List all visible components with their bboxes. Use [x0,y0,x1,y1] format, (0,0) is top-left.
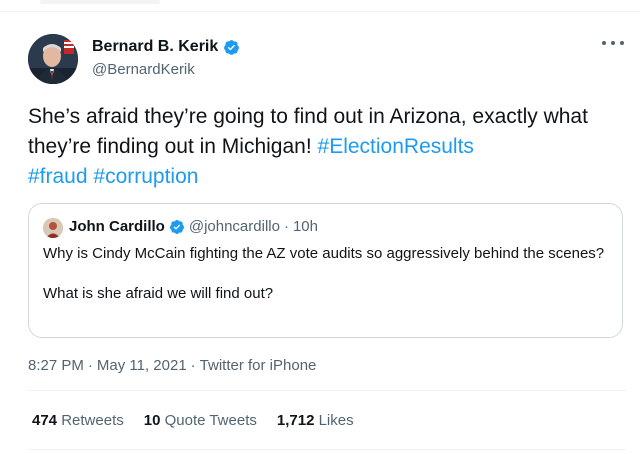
retweets-count: 474 [32,412,58,429]
quoted-tweet-time[interactable]: 10h [293,218,318,235]
author-handle[interactable]: @BernardKerik [92,61,195,78]
separator-dot: · [283,218,289,235]
more-options-icon[interactable] [602,34,624,52]
tweet-meta: 8:27 PM · May 11, 2021 · Twitter for iPh… [28,357,316,374]
tweet-body: She’s afraid they’re going to find out i… [28,105,588,158]
likes-count: 1,712 [276,412,315,429]
hashtag-corruption[interactable]: #corruption [93,165,198,188]
author-display-name[interactable]: Bernard B. Kerik [92,38,218,56]
verified-badge-icon [223,39,240,56]
likes-stat[interactable]: 1,712 Likes [277,412,354,429]
author-avatar[interactable] [28,34,78,84]
profile-photo [28,34,78,84]
quoted-tweet-text: Why is Cindy McCain fighting the AZ vote… [43,244,608,304]
tweet-source[interactable]: Twitter for iPhone [200,357,317,374]
quoted-paragraph-1: Why is Cindy McCain fighting the AZ vote… [43,245,605,262]
previous-tweet-edge [0,0,640,12]
tweet-date[interactable]: May 11, 2021 [97,357,187,374]
retweets-label: Retweets [61,412,124,429]
quoted-author-handle[interactable]: @johncardillo [189,218,280,235]
quoted-author-avatar[interactable] [43,218,63,238]
hashtag-election-results[interactable]: #ElectionResults [318,135,474,158]
hashtag-fraud[interactable]: #fraud [28,165,88,188]
quoted-author-name[interactable]: John Cardillo [69,218,165,235]
quote-tweets-label: Quote Tweets [164,412,257,429]
verified-badge-icon [169,219,185,235]
separator-dot: · [190,357,196,374]
quote-tweets-stat[interactable]: 10 Quote Tweets [144,412,257,429]
quoted-paragraph-2: What is she afraid we will find out? [43,285,274,302]
divider [28,449,626,450]
quoted-tweet-header: John Cardillo @johncardillo · 10h [69,218,318,235]
tweet-text: She’s afraid they’re going to find out i… [28,102,618,192]
previous-tweet-fragment [40,0,160,4]
author-name-row: Bernard B. Kerik [92,38,240,56]
tweet-time[interactable]: 8:27 PM [28,357,84,374]
quote-tweets-count: 10 [143,412,161,429]
divider [28,390,626,391]
quoted-tweet-card[interactable]: John Cardillo @johncardillo · 10h Why is… [28,203,623,338]
engagement-stats: 474 Retweets 10 Quote Tweets 1,712 Likes [32,412,354,429]
retweets-stat[interactable]: 474 Retweets [32,412,124,429]
likes-label: Likes [318,412,354,429]
separator-dot: · [87,357,93,374]
